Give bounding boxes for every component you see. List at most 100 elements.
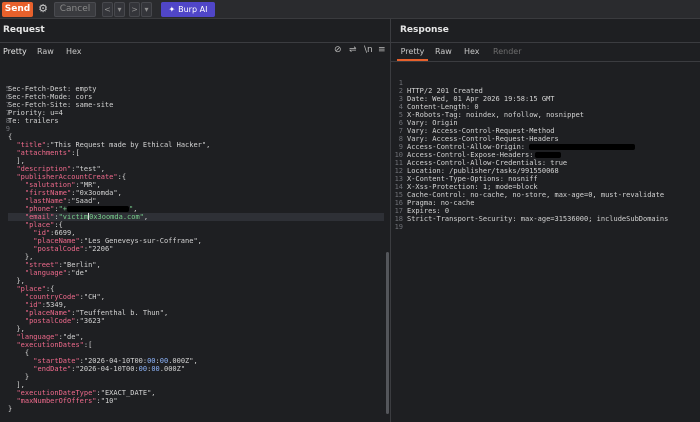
code-line: } <box>8 373 30 381</box>
code-line: Te: trailers <box>8 117 59 125</box>
code-line: Sec-Fetch-Mode: cors <box>8 93 93 101</box>
line-number: 19 <box>394 223 403 231</box>
response-title: Response <box>400 25 449 35</box>
forward-dropdown-icon[interactable]: ▾ <box>141 2 152 17</box>
line-number: 3 <box>398 95 403 103</box>
response-line: Vary: Origin <box>407 119 458 127</box>
code-line: "placeName":"Teuffenthal b. Thun", <box>24 309 169 317</box>
tab-response-hex[interactable]: Hex <box>464 43 480 61</box>
code-line: "postalCode":"3623" <box>24 317 105 325</box>
code-line: "postalCode":"2206" <box>33 245 114 253</box>
code-line: "language":"de" <box>24 269 89 277</box>
code-line: Sec-Fetch-Dest: empty <box>8 85 97 93</box>
response-line: Access-Control-Allow-Origin: <box>407 143 697 151</box>
line-number: 6 <box>398 119 403 127</box>
line-number: 12 <box>394 167 403 175</box>
response-line: Expires: 0 <box>407 207 450 215</box>
code-line: "place":{ <box>16 285 55 293</box>
request-scrollbar[interactable] <box>386 252 389 414</box>
line-number: 5 <box>398 111 403 119</box>
menu-icon[interactable]: ≡ <box>378 45 386 55</box>
response-line: Content-Length: 0 <box>407 103 479 111</box>
request-body[interactable]: Sec-Fetch-Dest: empty Sec-Fetch-Mode: cor… <box>8 85 384 413</box>
tab-response-pretty[interactable]: Pretty <box>397 43 428 61</box>
tab-response-raw[interactable]: Raw <box>435 43 452 61</box>
code-line: "attachments":[ <box>16 149 80 157</box>
response-editor[interactable]: 1 2 3 4 5 6 7 8 9 10 11 12 13 14 15 16 17 18 19 HTTP/2 201… <box>392 63 698 421</box>
line-number: 11 <box>394 159 403 167</box>
line-number: 10 <box>394 151 403 159</box>
code-line: "phone":"+ ", <box>24 205 138 213</box>
code-line: "publisherAccountCreate":{ <box>16 173 127 181</box>
code-line: "salutation":"MR", <box>24 181 101 189</box>
request-editor[interactable]: 567789 Sec-Fetch-Dest: empty Sec-Fetch-Mo… <box>0 61 386 419</box>
code-line: ], <box>8 157 25 165</box>
response-line: X-Content-Type-Options: nosniff <box>407 175 538 183</box>
response-line: Vary: Access-Control-Request-Method <box>407 127 555 135</box>
back-dropdown-icon[interactable]: ▾ <box>114 2 125 17</box>
response-tabs: Pretty Raw Hex Render <box>391 43 700 61</box>
request-title: Request <box>3 25 45 35</box>
response-line: X-Xss-Protection: 1; mode=block <box>407 183 538 191</box>
response-body[interactable]: HTTP/2 201 Created Date: Wed, 01 Apr 2026… <box>407 87 697 239</box>
response-line: Location: /publisher/tasks/991550068 <box>407 167 559 175</box>
hide-icon[interactable]: ⊘ <box>334 45 342 55</box>
code-line: } <box>8 405 13 413</box>
newline-toggle[interactable]: \n <box>364 45 373 55</box>
code-line: "description":"test", <box>16 165 105 173</box>
code-line: "lastName":"Saad", <box>24 197 101 205</box>
response-line-numbers: 1 2 3 4 5 6 7 8 9 10 11 12 13 14 15 16 17 18 19 <box>392 79 403 231</box>
forward-arrow-icon[interactable]: > <box>129 2 140 17</box>
response-line <box>407 231 697 239</box>
line-number: 18 <box>394 215 403 223</box>
code-line: "id":6699, <box>33 229 76 237</box>
send-button[interactable]: Send <box>2 2 33 17</box>
code-line: }, <box>8 277 25 285</box>
response-line: Cache-Control: no-cache, no-store, max-a… <box>407 191 665 199</box>
response-line: Vary: Access-Control-Request-Headers <box>407 135 559 143</box>
code-line: "street":"Berlin", <box>24 261 101 269</box>
line-number <box>0 77 10 85</box>
pane-divider[interactable] <box>390 19 391 422</box>
toolbar: Send ⚙ Cancel < ▾ > ▾ ✦ Burp AI <box>0 0 700 19</box>
line-number: 4 <box>398 103 403 111</box>
code-line: "placeName":"Les Geneveys-sur-Coffrane", <box>33 237 202 245</box>
redaction <box>67 206 130 212</box>
line-number: 16 <box>394 199 403 207</box>
line-number: 1 <box>398 79 403 87</box>
code-line: "executionDateType":"EXACT_DATE", <box>16 389 156 397</box>
wrap-icon[interactable]: ⇌ <box>349 45 357 55</box>
response-line: X-Robots-Tag: noindex, nofollow, nosnipp… <box>407 111 585 119</box>
response-line: Pragma: no-cache <box>407 199 475 207</box>
gear-icon[interactable]: ⚙ <box>36 2 50 17</box>
request-tabs: Pretty Raw Hex <box>0 43 390 61</box>
line-number: 13 <box>394 175 403 183</box>
tab-request-raw[interactable]: Raw <box>37 43 54 61</box>
sparkle-icon: ✦ <box>168 5 176 14</box>
code-line: "countryCode":"CH", <box>24 293 105 301</box>
code-line: "language":"de", <box>16 333 84 341</box>
response-tabs-divider <box>391 61 700 62</box>
line-number: 9 <box>398 143 403 151</box>
response-line: Date: Wed, 01 Apr 2026 19:58:15 GMT <box>407 95 555 103</box>
code-line: Priority: u=4 <box>8 109 63 117</box>
burp-ai-label: Burp AI <box>178 5 208 14</box>
tab-response-render: Render <box>493 47 522 56</box>
code-line: "id":5349, <box>24 301 68 309</box>
redaction <box>529 144 636 150</box>
line-number: 15 <box>394 191 403 199</box>
tab-request-pretty[interactable]: Pretty <box>3 43 27 61</box>
code-line: "title":"This Request made by Ethical Ha… <box>16 141 211 149</box>
burp-ai-button[interactable]: ✦ Burp AI <box>161 2 215 17</box>
code-line: "place":{ <box>24 221 63 229</box>
response-line <box>407 223 697 231</box>
code-line: "firstName":"0x3oomda", <box>24 189 122 197</box>
redaction <box>535 152 562 158</box>
cancel-button[interactable]: Cancel <box>54 2 96 17</box>
tab-request-hex[interactable]: Hex <box>66 43 82 61</box>
code-line: "executionDates":[ <box>16 341 93 349</box>
response-line: Access-Control-Allow-Credentials: true <box>407 159 568 167</box>
back-arrow-icon[interactable]: < <box>102 2 113 17</box>
code-line: }, <box>8 325 25 333</box>
